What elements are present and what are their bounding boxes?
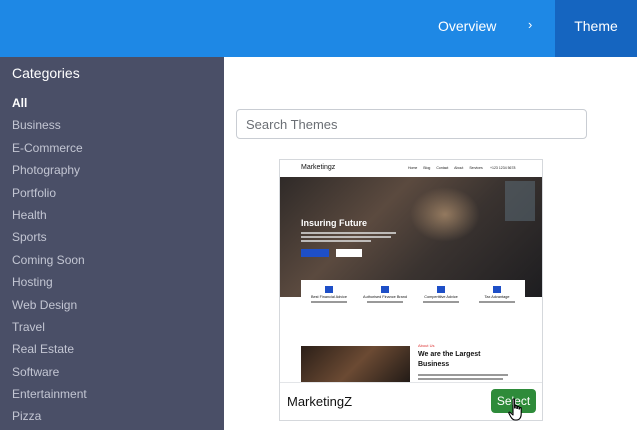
theme-name: MarketingZ [287,394,353,409]
categories-sidebar: Categories All Business E-Commerce Photo… [0,57,224,430]
preview-about-label: About Us [418,343,435,348]
categories-title: Categories [12,65,80,81]
theme-preview-image[interactable]: Marketingz Home Blog Contact About Servi… [280,160,542,382]
category-item-hosting[interactable]: Hosting [12,274,87,296]
category-item-coming-soon[interactable]: Coming Soon [12,252,87,274]
preview-about-text-line [418,378,503,380]
chevron-right-icon: › [528,17,533,32]
preview-feature-title: Best Financial Advice [310,295,348,299]
preview-feature-title: Authorised Finance Brand [363,295,407,299]
preview-about-image [301,346,410,382]
category-item-health[interactable]: Health [12,207,87,229]
preview-about-text-line [418,374,508,376]
preview-feature-title: Compertitive Advice [424,295,458,299]
preview-menu-item: Services [469,166,483,170]
document-icon [437,286,445,293]
category-item-web-design[interactable]: Web Design [12,297,87,319]
preview-feature-text [367,301,403,303]
preview-feature: Tax Advantage [469,280,525,322]
category-item-sports[interactable]: Sports [12,229,87,251]
preview-about-heading: We are the Largest Business [418,351,481,368]
theme-tab[interactable]: Theme [555,0,637,57]
preview-hero-primary-button [301,249,329,257]
preview-feature-text [423,301,459,303]
preview-menu-item: Blog [423,166,431,170]
preview-feature: Compertitive Advice [413,280,469,322]
hand-cursor-icon [508,398,522,421]
preview-feature-text [479,301,515,303]
preview-hero-title: Insuring Future [301,218,367,228]
category-item-entertainment[interactable]: Entertainment [12,386,87,408]
preview-menu: Home Blog Contact About Services [408,166,488,170]
category-item-software[interactable]: Software [12,364,87,386]
preview-hero-text-line [301,232,396,234]
preview-hero-text-line [301,240,371,242]
category-item-photography[interactable]: Photography [12,162,87,184]
search-themes-input[interactable] [236,109,587,139]
preview-feature-title: Tax Advantage [484,295,510,299]
preview-hero-text-line [301,236,391,238]
category-item-travel[interactable]: Travel [12,319,87,341]
category-item-e-commerce[interactable]: E-Commerce [12,140,87,162]
graph-icon [493,286,501,293]
category-item-business[interactable]: Business [12,117,87,139]
preview-hero-window [505,181,535,221]
top-header-bar: Overview › Theme [0,0,637,57]
theme-card[interactable]: Marketingz Home Blog Contact About Servi… [279,159,543,421]
category-item-pizza[interactable]: Pizza [12,408,87,430]
preview-phone: +123 1234 5678 [490,166,516,170]
preview-menu-item: Home [408,166,418,170]
theme-card-footer: MarketingZ Select [280,382,542,420]
category-item-portfolio[interactable]: Portfolio [12,185,87,207]
overview-tab[interactable]: Overview [438,0,496,52]
preview-navbar: Marketingz Home Blog Contact About Servi… [280,160,542,177]
category-item-all[interactable]: All [12,95,87,117]
preview-menu-item: Contact [436,166,449,170]
preview-feature: Authorised Finance Brand [357,280,413,322]
preview-hero: Insuring Future [280,177,542,297]
chart-icon [325,286,333,293]
preview-features: Best Financial Advice Authorised Finance… [301,280,525,322]
preview-feature-text [311,301,347,303]
category-item-real-estate[interactable]: Real Estate [12,341,87,363]
preview-logo: Marketingz [301,164,336,171]
category-list: All Business E-Commerce Photography Port… [12,95,87,431]
preview-menu-item: About [454,166,464,170]
trophy-icon [381,286,389,293]
preview-hero-light [410,187,480,242]
preview-feature: Best Financial Advice [301,280,357,322]
preview-hero-secondary-button [336,249,362,257]
